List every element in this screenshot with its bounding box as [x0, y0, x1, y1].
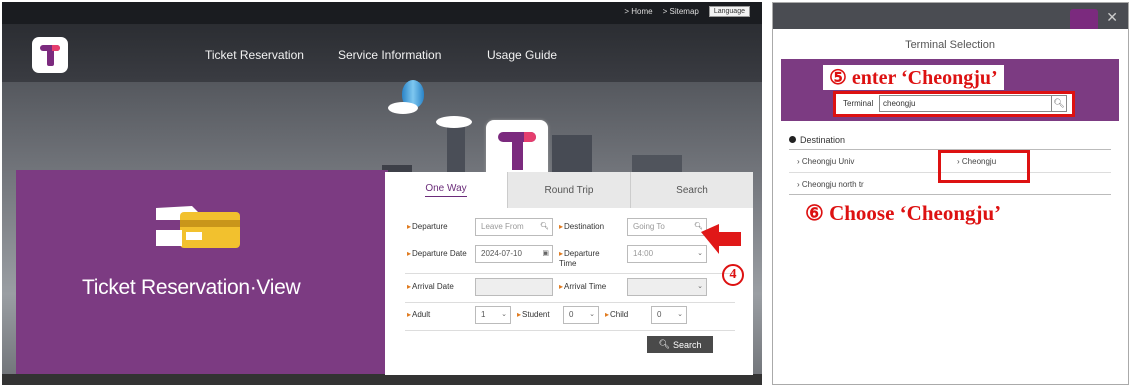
student-label: Student [517, 310, 550, 319]
cloud-illustration [436, 116, 472, 128]
adult-select[interactable]: 1 ⌄ [475, 306, 511, 324]
nav-service-information[interactable]: Service Information [338, 48, 441, 62]
tmoney-logo [1070, 9, 1098, 31]
divider [405, 302, 735, 303]
step-6-annotation: ⑥ Choose ‘Cheongju’ [805, 201, 1002, 225]
destination-input[interactable]: Going To 🔍︎ [627, 218, 707, 236]
nav-usage-guide[interactable]: Usage Guide [487, 48, 557, 62]
card-hand-icon [156, 206, 240, 248]
tab-search[interactable]: Search [630, 172, 753, 208]
tab-one-way[interactable]: One Way [385, 172, 507, 208]
step-5-annotation: ⑤ enter ‘Cheongju’ [823, 65, 1004, 90]
destination-label: Destination [559, 222, 604, 231]
student-select[interactable]: 0 ⌄ [563, 306, 599, 324]
departure-input[interactable]: Leave From 🔍︎ [475, 218, 553, 236]
departure-label: Departure [407, 222, 448, 231]
top-links: > Home > Sitemap Language [624, 6, 750, 17]
search-button[interactable]: 🔍︎ Search [647, 336, 713, 353]
dialog-title: Terminal Selection [905, 39, 995, 51]
chevron-down-icon: ⌄ [589, 311, 595, 318]
departure-date-input[interactable]: 2024-07-10 ▣ [475, 245, 553, 263]
trip-tabs: One Way Round Trip Search [385, 172, 753, 208]
arrival-date-input[interactable] [475, 278, 553, 296]
arrival-date-label: Arrival Date [407, 282, 454, 291]
bottom-strip [2, 374, 762, 385]
arrival-time-select[interactable]: ⌄ [627, 278, 707, 296]
result-item[interactable]: › Cheongju north tr [797, 180, 864, 189]
search-icon[interactable]: 🔍︎ [1051, 95, 1067, 112]
language-button[interactable]: Language [708, 6, 750, 17]
reservation-form: One Way Round Trip Search Departure Leav… [385, 172, 753, 375]
departure-time-select[interactable]: 14:00 ⌄ [627, 245, 707, 263]
destination-header: Destination [789, 135, 845, 145]
departure-time-label: Departure Time [559, 249, 609, 269]
terminal-label: Terminal [843, 99, 874, 108]
step-4-marker: 4 [722, 264, 744, 286]
reservation-page: > Home > Sitemap Language Ticket Reserva… [2, 2, 762, 385]
chevron-down-icon: ⌄ [677, 311, 683, 318]
chevron-down-icon: ⌄ [501, 311, 507, 318]
child-select[interactable]: 0 ⌄ [651, 306, 687, 324]
adult-label: Adult [407, 310, 430, 319]
calendar-icon: ▣ [542, 250, 549, 257]
bullet-icon [789, 136, 796, 143]
search-icon: 🔍︎ [540, 223, 549, 230]
nav-ticket-reservation[interactable]: Ticket Reservation [205, 48, 304, 62]
chevron-down-icon: ⌄ [697, 283, 703, 290]
hero-title: Ticket Reservation·View [82, 276, 301, 299]
terminal-selection-dialog: ✕ Terminal Selection ⑤ enter ‘Cheongju’ … [772, 2, 1129, 385]
cloud-illustration [388, 102, 418, 114]
child-label: Child [605, 310, 628, 319]
sitemap-link[interactable]: > Sitemap [663, 7, 699, 16]
terminal-input[interactable]: cheongju [879, 95, 1057, 112]
close-icon[interactable]: ✕ [1106, 9, 1118, 26]
cheongju-highlight-box [938, 150, 1030, 183]
divider [405, 330, 735, 331]
red-arrow-pointer [701, 224, 741, 254]
arrival-time-label: Arrival Time [559, 282, 606, 291]
departure-date-label: Departure Date [407, 249, 467, 258]
tmoney-logo[interactable] [32, 37, 68, 73]
divider [405, 273, 735, 274]
result-item[interactable]: › Cheongju Univ [797, 157, 854, 166]
search-icon: 🔍︎ [658, 339, 670, 349]
tab-round-trip[interactable]: Round Trip [507, 172, 630, 208]
home-link[interactable]: > Home [624, 7, 652, 16]
dialog-body: Terminal Selection ⑤ enter ‘Cheongju’ Te… [781, 29, 1119, 384]
